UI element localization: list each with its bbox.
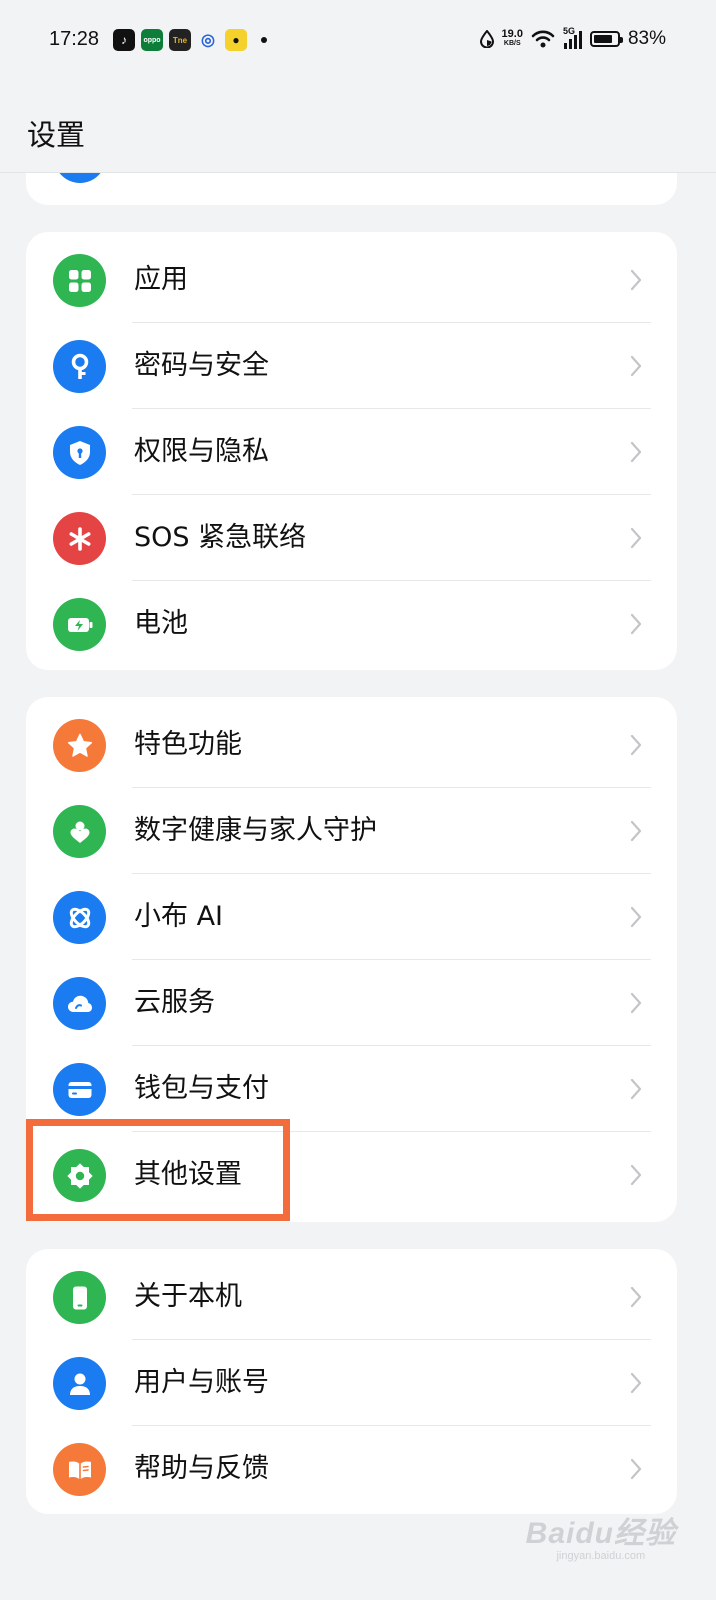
apps-grid-icon	[53, 254, 106, 307]
header-divider	[0, 172, 716, 173]
chevron-right-icon	[630, 1164, 642, 1186]
settings-item-special-features[interactable]: 特色功能	[26, 702, 677, 788]
help-book-icon	[53, 1443, 106, 1496]
ai-assistant-icon	[53, 891, 106, 944]
baidu-watermark: Baidu经验 jingyan.baidu.com	[526, 1508, 676, 1562]
chevron-right-icon	[630, 992, 642, 1014]
settings-item-label: 帮助与反馈	[134, 1453, 269, 1484]
star-icon	[53, 719, 106, 772]
settings-group-3: 关于本机 用户与账号 帮助与反馈	[26, 1249, 677, 1514]
chevron-right-icon	[630, 1286, 642, 1308]
settings-item-label: 云服务	[134, 987, 215, 1018]
chevron-right-icon	[630, 441, 642, 463]
settings-item-label: 特色功能	[134, 729, 242, 760]
oppo-app-icon: oppo	[141, 29, 163, 51]
page-title: 设置	[27, 118, 86, 152]
gear-icon	[53, 1149, 106, 1202]
battery-percent: 83%	[627, 28, 666, 49]
sos-asterisk-icon	[53, 512, 106, 565]
chevron-right-icon	[630, 527, 642, 549]
cloud-icon	[53, 977, 106, 1030]
chevron-right-icon	[630, 1458, 642, 1480]
system-icons: 19.0 KB/S 5G 83%	[479, 26, 666, 50]
settings-item-digital-wellbeing[interactable]: 数字健康与家人守护	[26, 788, 677, 874]
bear-app-icon: ●	[225, 29, 247, 51]
chevron-right-icon	[630, 906, 642, 928]
network-type: 5G	[562, 26, 575, 36]
more-notifications-dot	[261, 37, 267, 43]
settings-item-sos[interactable]: SOS 紧急联络	[26, 495, 677, 581]
battery-fill	[593, 35, 613, 43]
key-icon	[53, 340, 106, 393]
settings-group-1: 应用 密码与安全 权限与隐私 SOS 紧急联络 电池	[26, 232, 677, 670]
notification-icons: ♪ oppo Tne ◎ ●	[113, 29, 267, 51]
browser-icon: ◎	[201, 32, 215, 49]
settings-item-label: 电池	[134, 608, 188, 639]
settings-item-label: 关于本机	[134, 1281, 242, 1312]
settings-item-battery[interactable]: 电池	[26, 581, 677, 667]
settings-item-label: 权限与隐私	[134, 436, 269, 467]
settings-item-cloud-service[interactable]: 云服务	[26, 960, 677, 1046]
settings-item-label: 密码与安全	[134, 350, 269, 381]
status-time: 17:28	[49, 28, 100, 50]
shield-icon	[53, 426, 106, 479]
tiktok-icon: ♪	[113, 29, 135, 51]
data-saver-drop-icon	[479, 30, 494, 48]
settings-item-label: SOS 紧急联络	[134, 522, 307, 553]
chevron-right-icon	[630, 613, 642, 635]
settings-item-label: 应用	[134, 264, 188, 295]
battery-icon	[53, 598, 106, 651]
chevron-right-icon	[630, 734, 642, 756]
chevron-right-icon	[630, 269, 642, 291]
watermark-main: Baidu经验	[525, 1517, 676, 1550]
network-speed: 19.0 KB/S	[501, 28, 523, 48]
settings-item-label: 小布 AI	[134, 901, 224, 932]
wallet-card-icon	[53, 1063, 106, 1116]
settings-item-xiaobu-ai[interactable]: 小布 AI	[26, 874, 677, 960]
settings-item-user-account[interactable]: 用户与账号	[26, 1340, 677, 1426]
wellbeing-icon	[53, 805, 106, 858]
user-icon	[53, 1357, 106, 1410]
settings-item-password-security[interactable]: 密码与安全	[26, 323, 677, 409]
settings-item-label: 其他设置	[134, 1159, 242, 1190]
chevron-right-icon	[630, 355, 642, 377]
settings-item-about-phone[interactable]: 关于本机	[26, 1254, 677, 1340]
settings-item-wallet-payment[interactable]: 钱包与支付	[26, 1046, 677, 1132]
settings-group-2: 特色功能 数字健康与家人守护 小布 AI 云服务 钱包与支付 其他设置	[26, 697, 677, 1222]
network-speed-unit: KB/S	[503, 40, 521, 47]
chevron-right-icon	[630, 1078, 642, 1100]
settings-item-help-feedback[interactable]: 帮助与反馈	[26, 1426, 677, 1512]
cellular-signal: 5G	[562, 26, 582, 49]
wifi-icon	[531, 30, 555, 48]
settings-item-label: 钱包与支付	[134, 1073, 269, 1104]
settings-item-label: 数字健康与家人守护	[134, 815, 377, 846]
network-speed-value: 19.0	[501, 28, 523, 40]
settings-item-apps[interactable]: 应用	[26, 237, 677, 323]
header-background	[0, 80, 716, 172]
chevron-right-icon	[630, 1372, 642, 1394]
tne-app-icon: Tne	[169, 29, 191, 51]
phone-icon	[53, 1271, 106, 1324]
chevron-right-icon	[630, 820, 642, 842]
settings-item-other-settings[interactable]: 其他设置	[26, 1132, 677, 1218]
settings-item-permissions-privacy[interactable]: 权限与隐私	[26, 409, 677, 495]
settings-item-label: 用户与账号	[134, 1367, 269, 1398]
battery-icon	[589, 31, 623, 47]
status-bar: 17:28 ♪ oppo Tne ◎ ● 19.0 KB/S 5G 83%	[0, 0, 716, 80]
